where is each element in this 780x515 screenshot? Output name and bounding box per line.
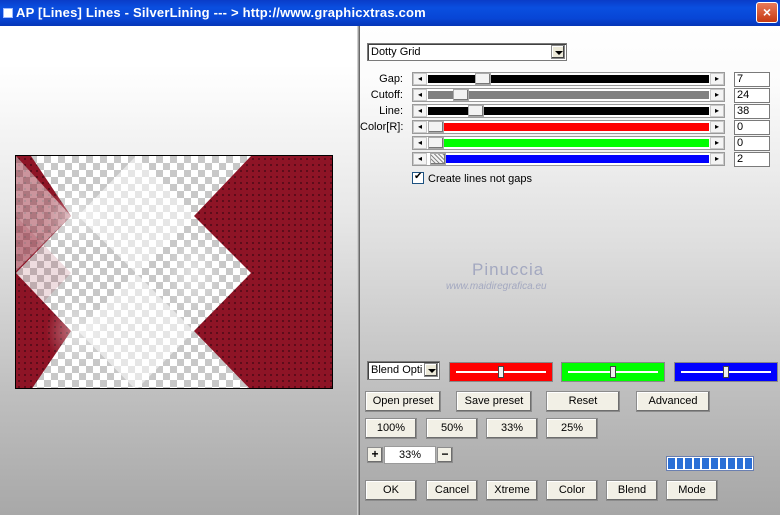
slider-row: Line: ◂ ▸ 38 <box>360 104 780 120</box>
preset-select-value: Dotty Grid <box>371 46 421 58</box>
zoom-33-button[interactable]: 33% <box>486 418 538 439</box>
slider-fill <box>428 75 709 83</box>
chevron-down-icon[interactable] <box>551 45 565 59</box>
cutoff-value[interactable]: 24 <box>734 88 770 103</box>
gap-slider[interactable]: ◂ ▸ <box>412 72 725 86</box>
title-bar: AP [Lines] Lines - SilverLining --- > ht… <box>0 0 780 26</box>
slider-thumb[interactable] <box>498 366 504 378</box>
watermark-url: www.maidiregrafica.eu <box>446 281 547 292</box>
slider-row: Gap: ◂ ▸ 7 <box>360 72 780 88</box>
close-button[interactable]: × <box>756 2 778 23</box>
color-r-value[interactable]: 0 <box>734 120 770 135</box>
preset-select[interactable]: Dotty Grid <box>367 43 567 61</box>
slider-thumb[interactable] <box>428 137 444 149</box>
arrow-left-icon[interactable]: ◂ <box>413 153 427 165</box>
blend-options-select[interactable]: Blend Opti <box>367 361 440 380</box>
blend-button[interactable]: Blend <box>606 480 658 501</box>
zoom-100-button[interactable]: 100% <box>365 418 417 439</box>
gap-value[interactable]: 7 <box>734 72 770 87</box>
progress-segment <box>693 458 701 469</box>
line-slider[interactable]: ◂ ▸ <box>412 104 725 118</box>
progress-segment <box>676 458 684 469</box>
slider-row: ◂ ▸ 0 <box>360 136 780 152</box>
progress-segment <box>736 458 744 469</box>
progress-segment <box>745 458 752 469</box>
color-b-slider[interactable]: ◂ ▸ <box>412 152 725 166</box>
arrow-left-icon[interactable]: ◂ <box>413 105 427 117</box>
zoom-25-button[interactable]: 25% <box>546 418 598 439</box>
window-icon[interactable] <box>3 8 13 18</box>
progress-segment <box>668 458 675 469</box>
progress-segment <box>685 458 692 469</box>
color-r-slider[interactable]: ◂ ▸ <box>412 120 725 134</box>
color-g-slider[interactable]: ◂ ▸ <box>412 136 725 150</box>
arrow-right-icon[interactable]: ▸ <box>710 89 724 101</box>
slider-thumb[interactable] <box>430 153 446 165</box>
green-color-slider[interactable] <box>561 362 665 382</box>
arrow-right-icon[interactable]: ▸ <box>710 121 724 133</box>
slider-label: Line: <box>379 105 403 117</box>
slider-row: ◂ ▸ 2 <box>360 152 780 168</box>
slider-thumb[interactable] <box>428 121 444 133</box>
zoom-value[interactable]: 33% <box>384 446 436 464</box>
create-lines-option[interactable]: Create lines not gaps <box>412 171 532 185</box>
preview-area <box>0 26 357 515</box>
arrow-left-icon[interactable]: ◂ <box>413 73 427 85</box>
slider-thumb[interactable] <box>468 105 484 117</box>
preview-image[interactable] <box>15 155 333 389</box>
slider-thumb[interactable] <box>723 366 729 378</box>
arrow-right-icon[interactable]: ▸ <box>710 73 724 85</box>
slider-row: Color[R]: ◂ ▸ 0 <box>360 120 780 136</box>
color-g-value[interactable]: 0 <box>734 136 770 151</box>
progress-segment <box>719 458 727 469</box>
ok-button[interactable]: OK <box>365 480 417 501</box>
zoom-50-button[interactable]: 50% <box>426 418 478 439</box>
line-value[interactable]: 38 <box>734 104 770 119</box>
slider-label: Color[R]: <box>360 121 404 133</box>
arrow-right-icon[interactable]: ▸ <box>710 137 724 149</box>
slider-label: Gap: <box>379 73 403 85</box>
color-b-value[interactable]: 2 <box>734 152 770 167</box>
arrow-right-icon[interactable]: ▸ <box>710 153 724 165</box>
progress-bar <box>666 456 754 471</box>
xtreme-button[interactable]: Xtreme <box>486 480 538 501</box>
cancel-button[interactable]: Cancel <box>426 480 478 501</box>
create-lines-checkbox[interactable] <box>412 171 424 184</box>
open-preset-button[interactable]: Open preset <box>365 391 441 412</box>
slider-row: Cutoff: ◂ ▸ 24 <box>360 88 780 104</box>
arrow-right-icon[interactable]: ▸ <box>710 105 724 117</box>
arrow-left-icon[interactable]: ◂ <box>413 89 427 101</box>
slider-fill <box>428 91 709 99</box>
advanced-button[interactable]: Advanced <box>636 391 710 412</box>
slider-fill <box>443 155 709 163</box>
chevron-down-icon[interactable] <box>424 363 438 377</box>
slider-fill <box>443 139 709 147</box>
slider-thumb[interactable] <box>610 366 616 378</box>
slider-thumb[interactable] <box>475 73 491 85</box>
progress-segment <box>702 458 709 469</box>
color-button[interactable]: Color <box>546 480 598 501</box>
blue-color-slider[interactable] <box>674 362 778 382</box>
progress-segment <box>710 458 718 469</box>
create-lines-label: Create lines not gaps <box>428 173 532 185</box>
arrow-left-icon[interactable]: ◂ <box>413 121 427 133</box>
zoom-in-button[interactable]: + <box>367 447 383 463</box>
zoom-out-button[interactable]: − <box>437 447 453 463</box>
control-panel: Dotty Grid Gap: ◂ ▸ 7 Cutoff: ◂ ▸ 24 Lin… <box>360 26 780 515</box>
watermark-name: Pinuccia <box>472 260 545 279</box>
reset-button[interactable]: Reset <box>546 391 620 412</box>
save-preset-button[interactable]: Save preset <box>456 391 532 412</box>
red-color-slider[interactable] <box>449 362 553 382</box>
arrow-left-icon[interactable]: ◂ <box>413 137 427 149</box>
slider-label: Cutoff: <box>370 89 403 101</box>
preview-canvas <box>16 156 332 388</box>
progress-segment <box>728 458 735 469</box>
slider-thumb[interactable] <box>453 89 469 101</box>
window-title: AP [Lines] Lines - SilverLining --- > ht… <box>16 5 426 20</box>
blend-options-value: Blend Opti <box>371 364 423 376</box>
mode-button[interactable]: Mode <box>666 480 718 501</box>
slider-fill <box>443 123 709 131</box>
cutoff-slider[interactable]: ◂ ▸ <box>412 88 725 102</box>
